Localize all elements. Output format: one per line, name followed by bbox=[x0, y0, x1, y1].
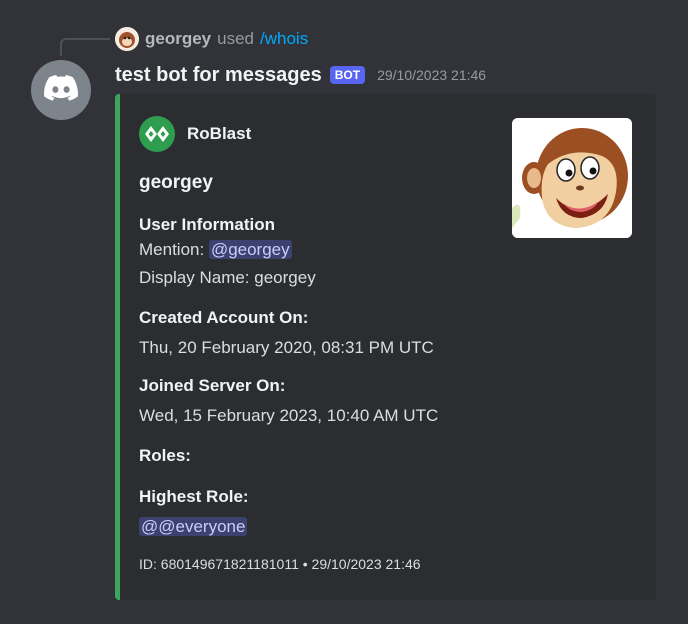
embed-footer: ID: 680149671821181011 • 29/10/2023 21:4… bbox=[139, 556, 421, 572]
reply-connector bbox=[60, 38, 110, 56]
embed-title: georgey bbox=[139, 172, 213, 193]
replied-user-avatar[interactable] bbox=[115, 27, 139, 51]
discord-logo-icon bbox=[44, 74, 78, 106]
bot-avatar[interactable] bbox=[31, 60, 91, 120]
slash-command-link[interactable]: /whois bbox=[260, 29, 308, 49]
field-created-value: Thu, 20 February 2020, 08:31 PM UTC bbox=[139, 338, 434, 357]
role-mention[interactable]: @@everyone bbox=[139, 517, 248, 536]
field-highest-role-name: Highest Role: bbox=[139, 487, 249, 506]
reply-context[interactable]: georgey used /whois bbox=[115, 27, 308, 51]
embed-author: RoBlast bbox=[139, 116, 251, 152]
field-user-information-name: User Information bbox=[139, 215, 276, 234]
embed-thumbnail[interactable] bbox=[512, 118, 632, 238]
message-header: test bot for messages BOT 29/10/2023 21:… bbox=[115, 61, 486, 89]
message-timestamp[interactable]: 29/10/2023 21:46 bbox=[377, 67, 486, 83]
field-highest-role-value: @@everyone bbox=[139, 517, 248, 537]
field-display-name: Display Name: georgey bbox=[139, 268, 316, 287]
bot-username[interactable]: test bot for messages bbox=[115, 64, 322, 87]
field-joined-name: Joined Server On: bbox=[139, 376, 286, 395]
field-joined-value: Wed, 15 February 2023, 10:40 AM UTC bbox=[139, 406, 439, 425]
field-mention-row: Mention: @georgey bbox=[139, 240, 292, 260]
mention-label: Mention: bbox=[139, 240, 205, 259]
user-mention[interactable]: @georgey bbox=[208, 240, 292, 259]
replied-username[interactable]: georgey bbox=[145, 29, 211, 49]
embed-card: RoBlast georgey User Information Mention… bbox=[115, 94, 656, 600]
reply-used-text: used bbox=[217, 29, 255, 48]
embed-author-name: RoBlast bbox=[187, 124, 252, 143]
roblast-logo-icon bbox=[139, 116, 175, 152]
field-roles-name: Roles: bbox=[139, 446, 191, 465]
field-created-name: Created Account On: bbox=[139, 308, 309, 327]
bot-badge: BOT bbox=[329, 66, 366, 84]
